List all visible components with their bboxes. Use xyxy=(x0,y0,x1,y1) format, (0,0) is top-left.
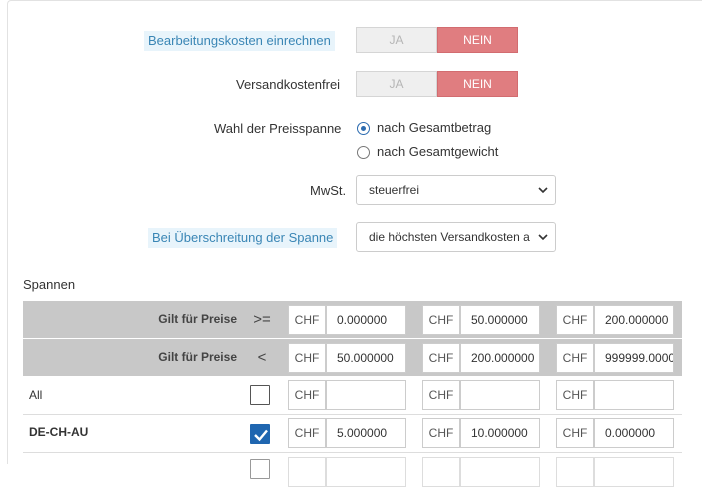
zone-de-ch-au-checkbox[interactable] xyxy=(250,424,270,444)
free-shipping-label: Versandkostenfrei xyxy=(236,77,341,92)
range-header-label: Gilt für Preise xyxy=(158,350,237,364)
range-from-input[interactable]: 200.000000 xyxy=(594,305,674,335)
zone-price-input-partial[interactable] xyxy=(594,457,674,487)
range-from-input[interactable]: 0.000000 xyxy=(326,305,406,335)
currency-label: CHF xyxy=(556,305,594,335)
zone-price-input[interactable]: 10.000000 xyxy=(460,418,540,448)
vat-label: MwSt. xyxy=(310,183,347,198)
radio-unselected-icon[interactable] xyxy=(357,145,370,159)
zone-label: DE-CH-AU xyxy=(29,425,89,439)
zone-price-input-partial[interactable] xyxy=(326,457,406,487)
currency-cell-partial xyxy=(422,457,460,487)
range-header-label: Gilt für Preise xyxy=(158,312,237,326)
vat-select[interactable]: steuerfrei xyxy=(356,175,556,205)
currency-label: CHF xyxy=(556,418,594,448)
price-range-option-weight-label: nach Gesamtgewicht xyxy=(377,144,499,159)
processing-cost-yes-button[interactable]: JA xyxy=(356,27,437,53)
currency-label: CHF xyxy=(422,418,460,448)
vat-select-value: steuerfrei xyxy=(369,183,420,197)
free-shipping-yes-button[interactable]: JA xyxy=(356,71,437,97)
exceed-range-select-value: die höchsten Versandkosten a xyxy=(369,230,530,244)
exceed-range-label: Bei Überschreitung der Spanne xyxy=(148,228,338,248)
currency-cell-partial xyxy=(556,457,594,487)
zone-price-input[interactable] xyxy=(594,380,674,410)
range-to-input[interactable]: 50.000000 xyxy=(326,343,406,373)
zone-price-input[interactable] xyxy=(326,380,406,410)
currency-label: CHF xyxy=(556,343,594,373)
processing-cost-label: Bearbeitungskosten einrechnen xyxy=(144,31,335,51)
currency-label: CHF xyxy=(288,305,326,335)
chevron-down-icon xyxy=(537,176,549,204)
range-header-row-from: Gilt für Preise >= CHF 0.000000 CHF 50.0… xyxy=(23,301,682,338)
zone-price-input-partial[interactable] xyxy=(460,457,540,487)
operator-label: >= xyxy=(253,311,271,328)
ranges-title: Spannen xyxy=(23,277,76,292)
currency-cell-partial xyxy=(288,457,326,487)
price-range-option-total-label: nach Gesamtbetrag xyxy=(377,120,492,135)
zone-price-input[interactable]: 5.000000 xyxy=(326,418,406,448)
zone-row-all: All CHF CHF CHF xyxy=(23,377,682,415)
processing-cost-no-button[interactable]: NEIN xyxy=(437,27,518,53)
checkmark-icon xyxy=(254,429,268,442)
operator-label: < xyxy=(257,349,267,366)
range-to-input[interactable]: 999999.000000 xyxy=(594,343,674,373)
currency-label: CHF xyxy=(422,343,460,373)
currency-label: CHF xyxy=(288,343,326,373)
range-from-input[interactable]: 50.000000 xyxy=(460,305,540,335)
price-range-option-total[interactable]: nach Gesamtbetrag xyxy=(357,119,491,137)
zone-price-input[interactable] xyxy=(460,380,540,410)
exceed-range-select[interactable]: die höchsten Versandkosten a xyxy=(356,222,556,252)
zone-next-checkbox[interactable] xyxy=(250,459,270,479)
radio-selected-icon[interactable] xyxy=(357,121,370,135)
zone-all-checkbox[interactable] xyxy=(250,385,270,405)
price-range-option-weight[interactable]: nach Gesamtgewicht xyxy=(357,143,498,161)
range-header-row-to: Gilt für Preise < CHF 50.000000 CHF 200.… xyxy=(23,339,682,376)
currency-label: CHF xyxy=(556,380,594,410)
price-range-label: Wahl der Preisspanne xyxy=(214,121,342,136)
zone-row-de-ch-au: DE-CH-AU CHF 5.000000 CHF 10.000000 CHF … xyxy=(23,415,682,453)
zone-label: All xyxy=(29,388,43,402)
chevron-down-icon xyxy=(537,223,549,251)
currency-label: CHF xyxy=(288,380,326,410)
free-shipping-no-button[interactable]: NEIN xyxy=(437,71,518,97)
currency-label: CHF xyxy=(288,418,326,448)
zone-price-input[interactable]: 0.000000 xyxy=(594,418,674,448)
free-shipping-toggle: JA NEIN xyxy=(356,71,518,97)
range-to-input[interactable]: 200.000000 xyxy=(460,343,540,373)
currency-label: CHF xyxy=(422,305,460,335)
currency-label: CHF xyxy=(422,380,460,410)
processing-cost-toggle: JA NEIN xyxy=(356,27,518,53)
